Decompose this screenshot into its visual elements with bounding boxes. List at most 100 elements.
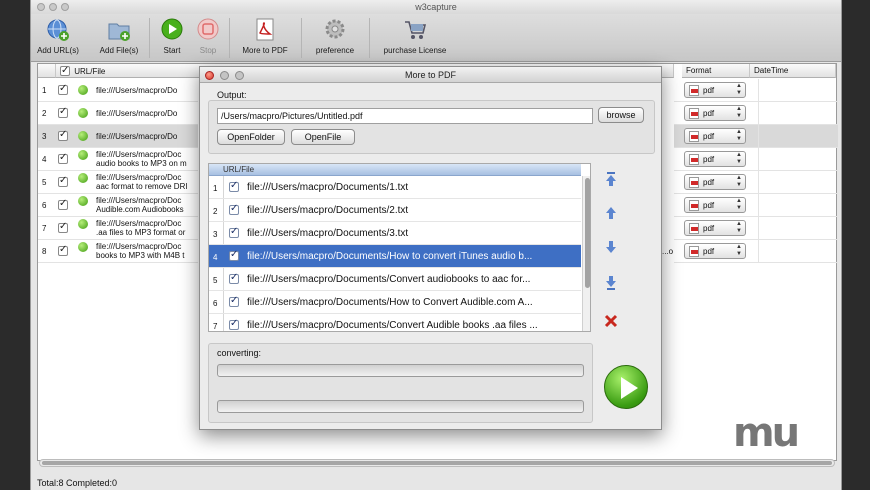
table-row[interactable]: 4 file:///Users/macpro/Doc audio books t… [38, 148, 198, 171]
list-item[interactable]: 7 file:///Users/macpro/Documents/Convert… [209, 314, 581, 331]
stop-label: Stop [199, 46, 217, 55]
column-header-datetime[interactable]: DateTime [750, 64, 836, 78]
open-file-button[interactable]: OpenFile [291, 129, 355, 145]
table-row-format: pdf ▲ ▼ [674, 171, 838, 194]
converting-label: converting: [217, 348, 262, 358]
item-checkbox[interactable] [229, 295, 239, 307]
format-select[interactable]: pdf ▲ ▼ [684, 82, 746, 98]
format-select[interactable]: pdf ▲ ▼ [684, 220, 746, 236]
list-item[interactable]: 6 file:///Users/macpro/Documents/How to … [209, 291, 581, 314]
stepper-arrows-icon: ▲ ▼ [736, 106, 742, 119]
table-row-format: pdf ▲ ▼ [674, 148, 838, 171]
stepper-arrows-icon: ▲ ▼ [736, 152, 742, 165]
play-icon [160, 18, 184, 42]
status-icon [78, 131, 88, 141]
dialog-close-button[interactable] [205, 71, 214, 80]
row-checkbox[interactable] [58, 83, 68, 95]
table-row[interactable]: 1 file:///Users/macpro/Do [38, 79, 198, 102]
move-up-icon[interactable] [603, 205, 619, 221]
row-checkbox[interactable] [58, 221, 68, 233]
row-checkbox[interactable] [58, 244, 68, 256]
add-urls-button[interactable]: Add URL(s) [35, 18, 81, 55]
toolbar-divider [301, 18, 302, 58]
pdf-icon [689, 154, 699, 165]
close-button[interactable] [37, 3, 45, 11]
move-down-icon[interactable] [603, 239, 619, 255]
table-row[interactable]: 3 file:///Users/macpro/Do [38, 125, 198, 148]
format-select[interactable]: pdf ▲ ▼ [684, 174, 746, 190]
zoom-button[interactable] [61, 3, 69, 11]
horizontal-scrollbar[interactable] [39, 459, 835, 467]
toolbar-divider [369, 18, 370, 58]
more-to-pdf-label: More to PDF [242, 46, 288, 55]
pdf-icon [689, 200, 699, 211]
dialog-zoom-button[interactable] [235, 71, 244, 80]
status-icon [78, 196, 88, 206]
convert-start-button[interactable] [604, 365, 648, 409]
output-path-field[interactable]: /Users/macpro/Pictures/Untitled.pdf [217, 108, 593, 124]
dialog-minimize-button[interactable] [220, 71, 229, 80]
move-to-bottom-icon[interactable] [603, 275, 619, 291]
open-folder-button[interactable]: OpenFolder [217, 129, 285, 145]
minimize-button[interactable] [49, 3, 57, 11]
list-item[interactable]: 2 file:///Users/macpro/Documents/2.txt [209, 199, 581, 222]
list-item[interactable]: 5 file:///Users/macpro/Documents/Convert… [209, 268, 581, 291]
move-to-top-icon[interactable] [603, 171, 619, 187]
row-checkbox[interactable] [58, 198, 68, 210]
scrollbar-thumb[interactable] [42, 461, 832, 465]
list-item-selected[interactable]: 4 file:///Users/macpro/Documents/How to … [209, 245, 581, 268]
list-item[interactable]: 1 file:///Users/macpro/Documents/1.txt [209, 176, 581, 199]
table-row-format: pdf ▲ ▼ [674, 79, 838, 102]
format-select[interactable]: pdf ▲ ▼ [684, 243, 746, 259]
table-row[interactable]: 6 file:///Users/macpro/Doc Audible.com A… [38, 194, 198, 217]
window-title: w3capture [415, 2, 457, 12]
item-checkbox[interactable] [229, 203, 239, 215]
add-files-label: Add File(s) [99, 46, 139, 55]
add-urls-label: Add URL(s) [37, 46, 79, 55]
start-button[interactable]: Start [155, 18, 189, 55]
item-checkbox[interactable] [229, 318, 239, 330]
dialog-title: More to PDF [404, 70, 456, 80]
toolbar-divider [229, 18, 230, 58]
table-row-format: pdf ▲ ▼ [674, 217, 838, 240]
table-row[interactable]: 8 file:///Users/macpro/Doc books to MP3 … [38, 240, 198, 263]
partial-cell-text: ...o [662, 247, 674, 256]
globe-add-icon [46, 18, 70, 42]
toolbar-divider [149, 18, 150, 58]
column-header-format[interactable]: Format [682, 64, 750, 78]
row-checkbox[interactable] [58, 175, 68, 187]
browse-button[interactable]: browse [598, 107, 644, 123]
remove-icon[interactable] [603, 313, 619, 329]
format-select[interactable]: pdf ▲ ▼ [684, 128, 746, 144]
format-select[interactable]: pdf ▲ ▼ [684, 151, 746, 167]
preference-button[interactable]: preference [307, 18, 363, 55]
table-row[interactable]: 5 file:///Users/macpro/Doc aac format to… [38, 171, 198, 194]
format-select[interactable]: pdf ▲ ▼ [684, 197, 746, 213]
file-progress-bar [217, 364, 584, 377]
table-row[interactable]: 7 file:///Users/macpro/Doc .aa files to … [38, 217, 198, 240]
add-files-button[interactable]: Add File(s) [93, 18, 145, 55]
more-to-pdf-button[interactable]: More to PDF [235, 18, 295, 55]
stepper-arrows-icon: ▲ ▼ [736, 129, 742, 142]
list-item[interactable]: 3 file:///Users/macpro/Documents/3.txt [209, 222, 581, 245]
stop-button[interactable]: Stop [191, 18, 225, 55]
file-list: URL/File 1 file:///Users/macpro/Document… [208, 163, 591, 332]
pdf-icon [689, 85, 699, 96]
table-row[interactable]: 2 file:///Users/macpro/Do [38, 102, 198, 125]
list-scrollbar-thumb[interactable] [585, 178, 590, 288]
select-all-checkbox[interactable] [60, 64, 70, 78]
row-checkbox[interactable] [58, 129, 68, 141]
status-icon [78, 173, 88, 183]
stepper-arrows-icon: ▲ ▼ [736, 244, 742, 257]
format-select[interactable]: pdf ▲ ▼ [684, 105, 746, 121]
item-checkbox[interactable] [229, 226, 239, 238]
list-header[interactable]: URL/File [209, 164, 581, 176]
item-checkbox[interactable] [229, 180, 239, 192]
stepper-arrows-icon: ▲ ▼ [736, 83, 742, 96]
item-checkbox[interactable] [229, 272, 239, 284]
purchase-license-button[interactable]: purchase License [375, 18, 455, 55]
item-checkbox[interactable] [229, 249, 239, 261]
list-scrollbar[interactable] [582, 176, 590, 331]
row-checkbox[interactable] [58, 152, 68, 164]
row-checkbox[interactable] [58, 106, 68, 118]
